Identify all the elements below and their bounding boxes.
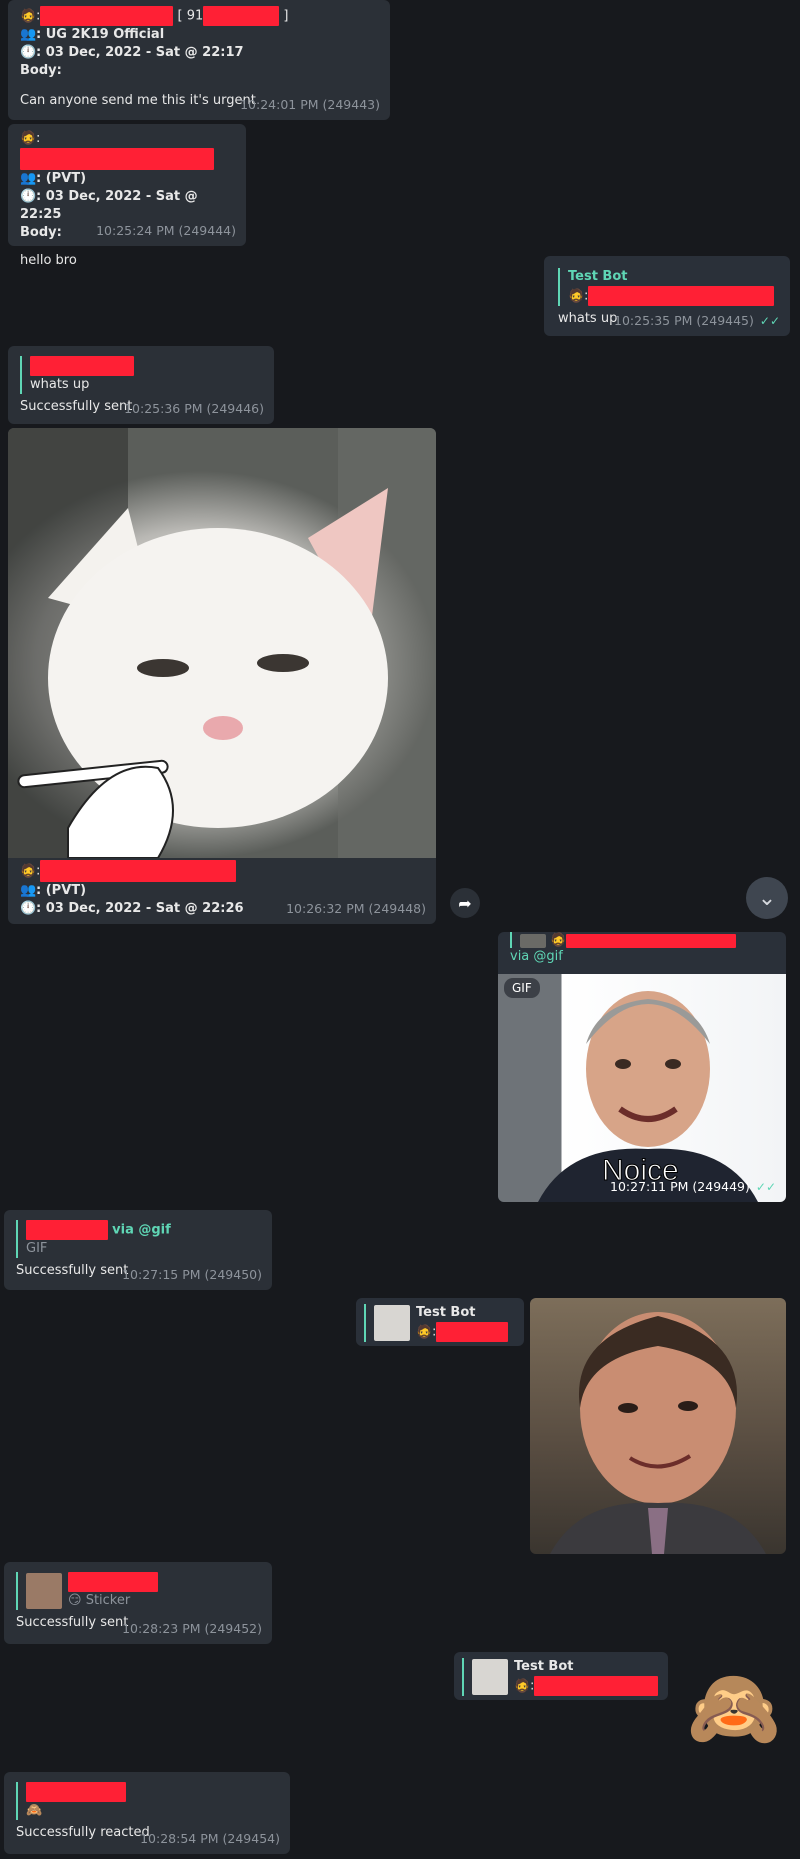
timestamp: 10:27:11 PM (249449) ✓✓ — [610, 1179, 776, 1194]
reply-author: Test Bot — [568, 269, 628, 284]
cat-photo[interactable] — [8, 428, 436, 858]
message-249449[interactable]: 🧔 via @gif GIF Noice 10:27:11 PM (249449… — [498, 932, 786, 1202]
clock-icon: 🕛 — [20, 901, 37, 916]
phone-prefix: [ 91 — [177, 8, 204, 24]
double-check-icon: ✓✓ — [755, 1180, 776, 1194]
redacted-name — [20, 148, 214, 170]
reply-header[interactable]: Test Bot 🧔: — [356, 1298, 524, 1346]
smirk-emoji-icon: 😏 — [68, 1593, 82, 1608]
date-label: : 03 Dec, 2022 - Sat @ 22:17 — [36, 45, 244, 60]
cat-thumbnail — [374, 1305, 410, 1341]
message-249446[interactable]: whats up Successfully sent 10:25:36 PM (… — [8, 346, 274, 424]
person-icon: 🧔 — [416, 1324, 433, 1340]
scroll-down-button[interactable]: ⌄ — [746, 877, 788, 919]
separator: : — [36, 131, 41, 146]
gif-preview[interactable]: GIF Noice — [498, 974, 786, 1202]
reply-thumbnail — [520, 933, 546, 948]
clock-icon: 🕛 — [20, 45, 37, 60]
reply-quote[interactable]: via @gif GIF — [16, 1220, 260, 1258]
redacted-name — [68, 1572, 158, 1592]
forward-button[interactable]: ➦ — [450, 888, 480, 918]
timestamp: 10:25:36 PM (249446) — [124, 401, 264, 416]
man-illustration — [550, 1312, 766, 1554]
message-249454[interactable]: 🙈 Successfully reacted 10:28:54 PM (2494… — [4, 1772, 290, 1854]
redacted-name — [26, 1220, 108, 1240]
reply-author: Test Bot — [416, 1305, 476, 1320]
message-249443[interactable]: 🧔: [ 91 ] 👥: UG 2K19 Official 🕛: 03 Dec,… — [8, 0, 390, 120]
date-label: : 03 Dec, 2022 - Sat @ 22:25 — [20, 189, 198, 222]
reply-quote[interactable]: Test Bot 🧔: — [364, 1304, 516, 1342]
redacted-name — [436, 1322, 509, 1342]
via-label: via @gif — [112, 1222, 171, 1238]
reply-emoji: 🙈 — [26, 1803, 43, 1818]
clock-icon: 🕛 — [20, 189, 37, 204]
cat-thumbnail — [472, 1659, 508, 1695]
message-249450[interactable]: via @gif GIF Successfully sent 10:27:15 … — [4, 1210, 272, 1290]
redacted-name — [40, 860, 237, 882]
timestamp: 10:27:15 PM (249450) — [122, 1267, 262, 1282]
redacted-name — [26, 1782, 126, 1802]
person-icon: 🧔 — [550, 933, 567, 948]
forward-icon: ➦ — [458, 893, 472, 913]
reply-quote[interactable]: 🙈 — [16, 1782, 278, 1820]
redacted-name — [588, 286, 775, 306]
redacted-name — [30, 356, 134, 376]
message-249452[interactable]: 😏 Sticker Successfully sent 10:28:23 PM … — [4, 1562, 272, 1644]
gif-badge: GIF — [504, 978, 540, 998]
group-icon: 👥 — [20, 883, 37, 898]
person-icon: 🧔 — [20, 863, 37, 879]
bracket: ] — [283, 8, 289, 24]
see-no-evil-monkey-sticker[interactable]: 🙈 — [684, 1660, 784, 1760]
timestamp: 10:25:35 PM (249445) ✓✓ — [614, 313, 780, 328]
person-icon: 🧔 — [514, 1678, 531, 1694]
redacted-name — [534, 1676, 659, 1696]
person-icon: 🧔 — [568, 288, 585, 304]
kevin-photo[interactable] — [530, 1298, 786, 1554]
message-249445[interactable]: Test Bot 🧔: whats up 10:25:35 PM (249445… — [544, 256, 790, 336]
chat-type: : (PVT) — [36, 883, 87, 898]
timestamp: 10:24:01 PM (249443) — [240, 97, 380, 112]
kevin-thumbnail — [26, 1573, 62, 1609]
redacted-name — [40, 6, 174, 26]
person-icon: 🧔 — [20, 8, 37, 24]
message-text: hello bro — [20, 253, 77, 268]
message-249444[interactable]: 🧔: 👥: (PVT) 🕛: 03 Dec, 2022 - Sat @ 22:2… — [8, 124, 246, 268]
chat-type: : (PVT) — [36, 171, 87, 186]
redacted-name — [566, 933, 737, 948]
body-label: Body: — [20, 63, 62, 78]
chevron-down-icon: ⌄ — [757, 885, 777, 911]
timestamp: 10:26:32 PM (249448) — [286, 901, 426, 916]
reply-text: whats up — [30, 377, 90, 392]
reply-subtitle: GIF — [26, 1241, 48, 1256]
reply-quote[interactable]: Test Bot 🧔: — [558, 268, 776, 306]
cat-illustration — [8, 428, 436, 858]
reply-quote[interactable]: whats up — [20, 356, 262, 394]
group-name: : UG 2K19 Official — [36, 27, 165, 42]
message-249448[interactable]: 🧔: 👥: (PVT) 🕛: 03 Dec, 2022 - Sat @ 22:2… — [8, 428, 436, 924]
date-label: : 03 Dec, 2022 - Sat @ 22:26 — [36, 901, 244, 916]
via-label: via @gif — [510, 949, 563, 964]
redacted-phone — [203, 6, 280, 26]
reply-quote[interactable]: Test Bot 🧔: — [462, 1658, 660, 1696]
group-icon: 👥 — [20, 27, 37, 42]
timestamp: 10:28:23 PM (249452) — [122, 1621, 262, 1636]
timestamp: 10:28:54 PM (249454) — [140, 1831, 280, 1846]
double-check-icon: ✓✓ — [759, 314, 780, 328]
reply-quote[interactable]: 🧔 — [510, 932, 780, 948]
reply-quote[interactable]: 😏 Sticker — [16, 1572, 260, 1610]
reply-header[interactable]: Test Bot 🧔: — [454, 1652, 668, 1700]
person-icon: 🧔 — [20, 131, 37, 146]
reply-subtitle: Sticker — [85, 1593, 131, 1608]
reply-author: Test Bot — [514, 1659, 574, 1674]
group-icon: 👥 — [20, 171, 37, 186]
timestamp: 10:25:24 PM (249444) — [96, 223, 236, 238]
